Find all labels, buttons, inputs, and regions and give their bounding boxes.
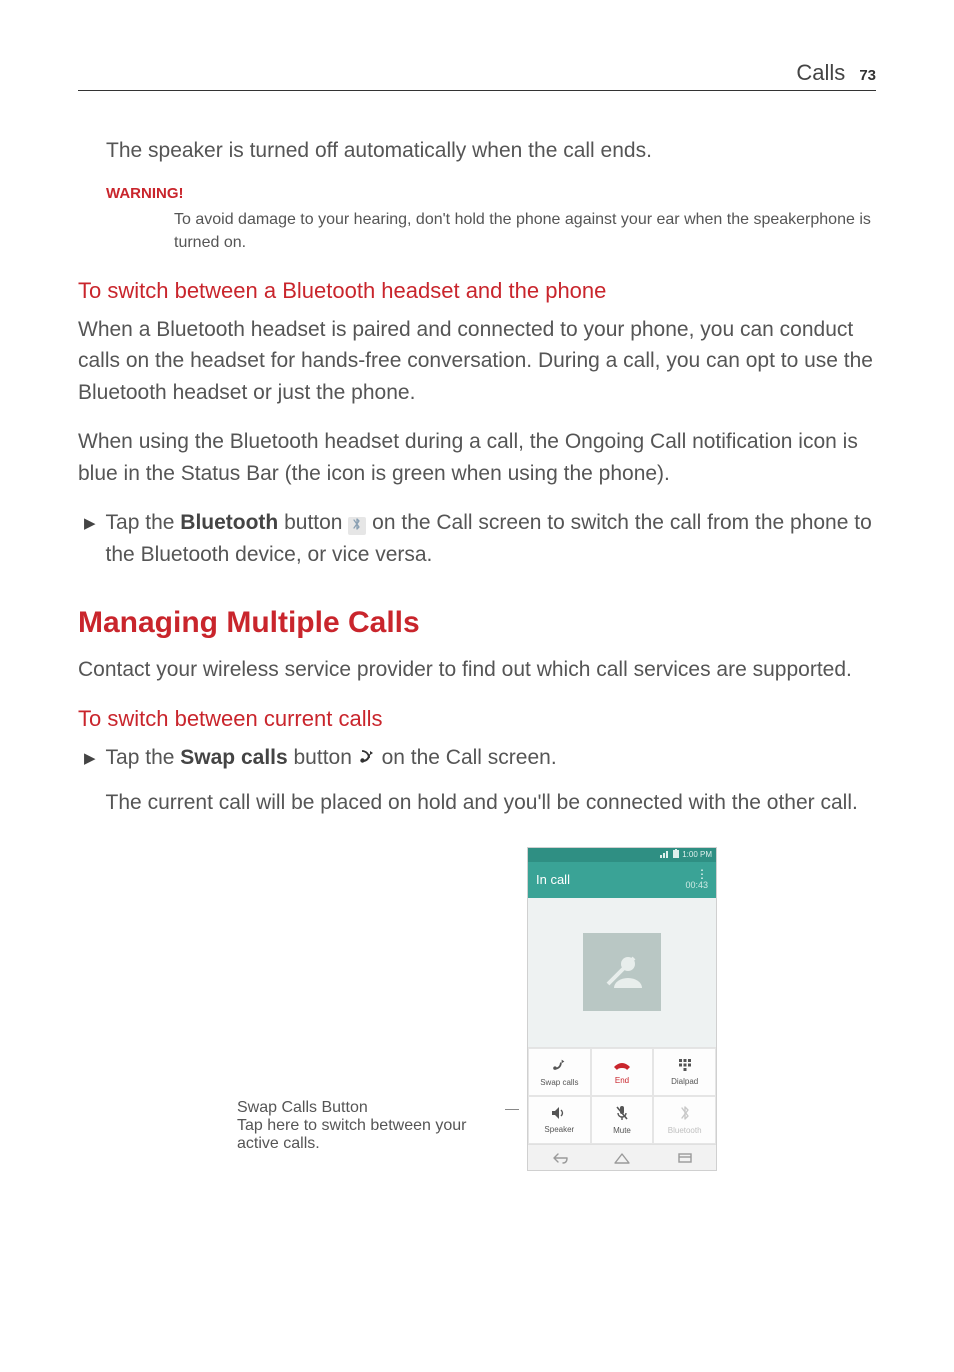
contact-avatar-placeholder-icon: [583, 933, 661, 1011]
callout-title: Swap Calls Button: [237, 1099, 497, 1117]
section-title: Calls: [796, 60, 845, 86]
bluetooth-label: Bluetooth: [668, 1126, 702, 1135]
end-call-label: End: [615, 1076, 629, 1085]
bluetooth-p2: When using the Bluetooth headset during …: [78, 426, 876, 489]
nav-recent-icon[interactable]: [676, 1151, 694, 1163]
call-button-grid: Swap calls End Dialpad: [528, 1048, 716, 1144]
contact-avatar-area: [528, 898, 716, 1048]
call-header: In call ⋮ 00:43: [528, 862, 716, 898]
swap-calls-icon: [551, 1057, 567, 1076]
end-call-button[interactable]: End: [591, 1048, 654, 1096]
overflow-menu-icon[interactable]: ⋮: [696, 870, 708, 878]
android-nav-bar: [528, 1144, 716, 1170]
managing-intro: Contact your wireless service provider t…: [78, 654, 876, 686]
dialpad-button[interactable]: Dialpad: [653, 1048, 716, 1096]
swap-bullet-mid: button: [288, 746, 358, 769]
status-bar: 1:00 PM: [528, 848, 716, 862]
dialpad-icon: [678, 1058, 692, 1075]
nav-home-icon[interactable]: [613, 1151, 631, 1163]
swap-bullet-post: on the Call screen.: [376, 746, 557, 769]
speaker-button[interactable]: Speaker: [528, 1096, 591, 1144]
heading-switch-current-calls: To switch between current calls: [78, 706, 876, 732]
mute-label: Mute: [613, 1126, 631, 1135]
nav-back-icon[interactable]: [550, 1151, 568, 1163]
end-call-icon: [613, 1059, 631, 1074]
swap-calls-icon: [358, 748, 376, 769]
swap-calls-button[interactable]: Swap calls: [528, 1048, 591, 1096]
callout-leader-line: [505, 847, 519, 1167]
call-timer: 00:43: [685, 880, 708, 890]
status-time: 1:00 PM: [682, 850, 712, 859]
swap-calls-label: Swap calls: [540, 1078, 578, 1087]
callout-swap-calls: Swap Calls Button Tap here to switch bet…: [237, 847, 497, 1153]
bluetooth-button[interactable]: Bluetooth: [653, 1096, 716, 1144]
figure-swap-calls: Swap Calls Button Tap here to switch bet…: [78, 847, 876, 1171]
battery-icon: [673, 849, 679, 860]
bluetooth-p1: When a Bluetooth headset is paired and c…: [78, 314, 876, 409]
page-number: 73: [859, 67, 876, 84]
mute-button[interactable]: Mute: [591, 1096, 654, 1144]
swap-result: The current call will be placed on hold …: [106, 787, 876, 819]
bullet-marker-icon: ▶: [84, 507, 96, 570]
warning-text: To avoid damage to your hearing, don't h…: [174, 208, 876, 254]
call-header-title: In call: [536, 872, 570, 887]
phone-screenshot: 1:00 PM In call ⋮ 00:43 Swap: [527, 847, 717, 1171]
heading-managing-multiple-calls: Managing Multiple Calls: [78, 606, 876, 640]
callout-body: Tap here to switch between your active c…: [237, 1117, 466, 1152]
swap-bullet-pre: Tap the: [106, 746, 181, 769]
bt-bullet-mid: button: [278, 511, 348, 534]
speaker-off-text: The speaker is turned off automatically …: [106, 135, 876, 167]
mute-icon: [615, 1105, 629, 1124]
bluetooth-icon: [348, 517, 366, 535]
bluetooth-icon: [679, 1105, 691, 1124]
bluetooth-bullet: ▶ Tap the Bluetooth button on the Call s…: [84, 507, 876, 570]
swap-bullet: ▶ Tap the Swap calls button on the Call …: [84, 742, 876, 837]
dialpad-label: Dialpad: [671, 1077, 698, 1086]
speaker-label: Speaker: [544, 1125, 574, 1134]
bt-bullet-pre: Tap the: [106, 511, 181, 534]
running-header: Calls 73: [78, 60, 876, 91]
bullet-marker-icon: ▶: [84, 742, 96, 837]
heading-bluetooth-switch: To switch between a Bluetooth headset an…: [78, 278, 876, 304]
swap-bullet-bold: Swap calls: [180, 746, 287, 769]
bt-bullet-bold: Bluetooth: [180, 511, 278, 534]
speaker-icon: [551, 1106, 567, 1123]
signal-icon: [660, 850, 670, 860]
warning-label: WARNING!: [106, 185, 876, 202]
